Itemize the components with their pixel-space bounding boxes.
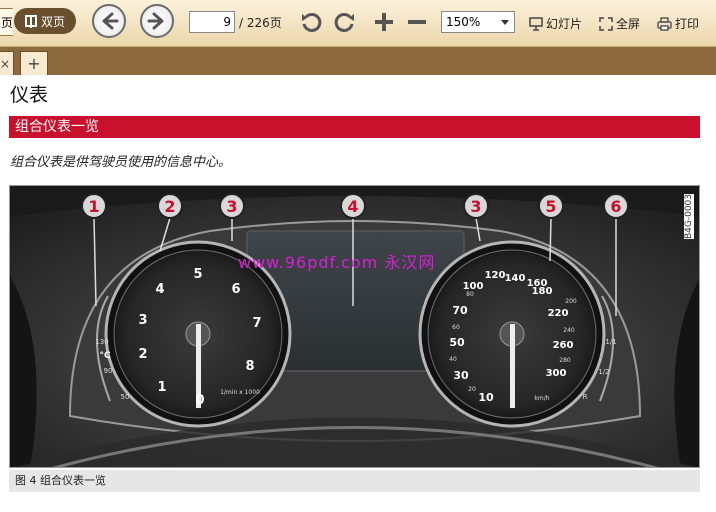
dual-page-button[interactable]: 双页: [14, 8, 76, 34]
callout-leader-line: [549, 217, 552, 262]
slideshow-icon: [529, 16, 543, 31]
minus-icon: [408, 20, 426, 24]
arrow-right-icon: [147, 12, 164, 30]
tab-close-button[interactable]: ×: [0, 51, 14, 75]
arrow-left-icon: [102, 12, 119, 30]
speed-tick-label-small: 60: [452, 324, 460, 331]
tacho-tick-label: 8: [245, 359, 254, 374]
rotate-left-button[interactable]: [299, 10, 323, 38]
plus-icon: +: [27, 54, 41, 73]
speed-tick-label-small: 40: [449, 356, 457, 363]
printer-icon: [657, 16, 672, 31]
tacho-tick-label: 4: [155, 282, 164, 297]
callout-number: 1: [88, 197, 99, 216]
callout-number: 3: [226, 197, 237, 216]
speed-tick-label-small: 240: [563, 327, 575, 334]
zoom-out-button[interactable]: [405, 10, 429, 38]
chevron-down-icon: [501, 20, 509, 25]
speed-tick-label: 300: [546, 368, 567, 379]
dual-page-icon: [24, 15, 37, 28]
page-title: 仪表: [10, 84, 49, 106]
callout-number: 4: [347, 197, 358, 216]
single-page-button[interactable]: 页: [0, 8, 13, 36]
print-button[interactable]: 打印: [657, 15, 699, 32]
toolbar: 页 双页 9 / 226页 150% 幻灯片 全屏 打印: [0, 0, 716, 47]
speed-tick-label: 30: [453, 369, 469, 382]
speed-tick-label: 120: [485, 270, 506, 281]
speed-tick-label: 220: [548, 308, 569, 319]
tacho-tick-label: 7: [252, 316, 261, 331]
callout-number: 6: [610, 197, 621, 216]
add-tab-button[interactable]: +: [20, 51, 48, 75]
fullscreen-button[interactable]: 全屏: [599, 15, 640, 32]
fullscreen-icon: [599, 16, 613, 31]
prev-page-button[interactable]: [92, 4, 126, 38]
next-page-button[interactable]: [140, 4, 174, 38]
speed-tick-label-small: 280: [559, 357, 571, 364]
slideshow-button[interactable]: 幻灯片: [529, 15, 582, 32]
intro-text: 组合仪表是供驾驶员使用的信息中心。: [10, 155, 232, 170]
zoom-in-button[interactable]: [372, 10, 396, 38]
speed-tick-label-small: 200: [565, 298, 577, 305]
page-total-label: / 226页: [239, 16, 282, 30]
speed-tick-label-small: 20: [468, 386, 476, 393]
instrument-cluster-figure: 1 2 3 4 5 6 7 8 0 1/min x 1000 10 30 50 70 100 120 140 16…: [9, 185, 700, 468]
figure-caption: 图 4 组合仪表一览: [9, 470, 700, 492]
callout-number: 5: [545, 197, 556, 216]
rotate-left-icon: [302, 12, 322, 32]
speed-tick-label: 180: [532, 286, 553, 297]
tacho-unit-label: 1/min x 1000: [220, 389, 260, 396]
callout-number: 2: [164, 197, 175, 216]
plus-icon: [375, 13, 393, 31]
speed-tick-label: 70: [452, 304, 468, 317]
temp-tick-label: 130: [95, 338, 108, 346]
figure-code: B4G-0003: [684, 194, 694, 240]
speed-tick-label: 50: [449, 336, 465, 349]
watermark-text: www.96pdf.com 永汉网: [238, 253, 436, 272]
temp-tick-label: 50: [121, 393, 130, 401]
fuel-tick-label: 1/2: [598, 368, 609, 376]
fuel-tick-label: 1/1: [605, 338, 616, 346]
tab-bar: × +: [0, 47, 716, 75]
rotate-right-icon: [334, 12, 354, 32]
tacho-tick-label: 3: [138, 313, 147, 328]
speed-tick-label: 260: [553, 340, 574, 351]
close-icon: ×: [0, 56, 11, 71]
tacho-tick-label: 2: [138, 347, 147, 362]
tacho-tick-label: 1: [157, 380, 166, 395]
section-header: 组合仪表一览: [9, 116, 700, 138]
tacho-tick-label: 6: [231, 282, 240, 297]
fuel-tick-label: R: [583, 393, 588, 401]
rotate-right-button[interactable]: [333, 10, 357, 38]
temp-tick-label: 90: [104, 367, 113, 375]
zoom-select[interactable]: 150%: [441, 11, 515, 33]
page-number-input[interactable]: 9: [189, 11, 235, 33]
tacho-tick-label: 0: [195, 393, 204, 408]
speed-tick-label: 10: [478, 391, 494, 404]
tacho-tick-label: 5: [193, 267, 202, 282]
speed-tick-label: 140: [505, 273, 526, 284]
speed-unit-label: km/h: [534, 395, 549, 402]
instrument-cluster-image: 1234567801/min x 1000 10305070100120 140 16…: [10, 186, 699, 467]
temp-unit-label: °C: [99, 351, 111, 361]
speed-tick-label-small: 80: [466, 291, 474, 298]
callout-number: 3: [470, 197, 481, 216]
